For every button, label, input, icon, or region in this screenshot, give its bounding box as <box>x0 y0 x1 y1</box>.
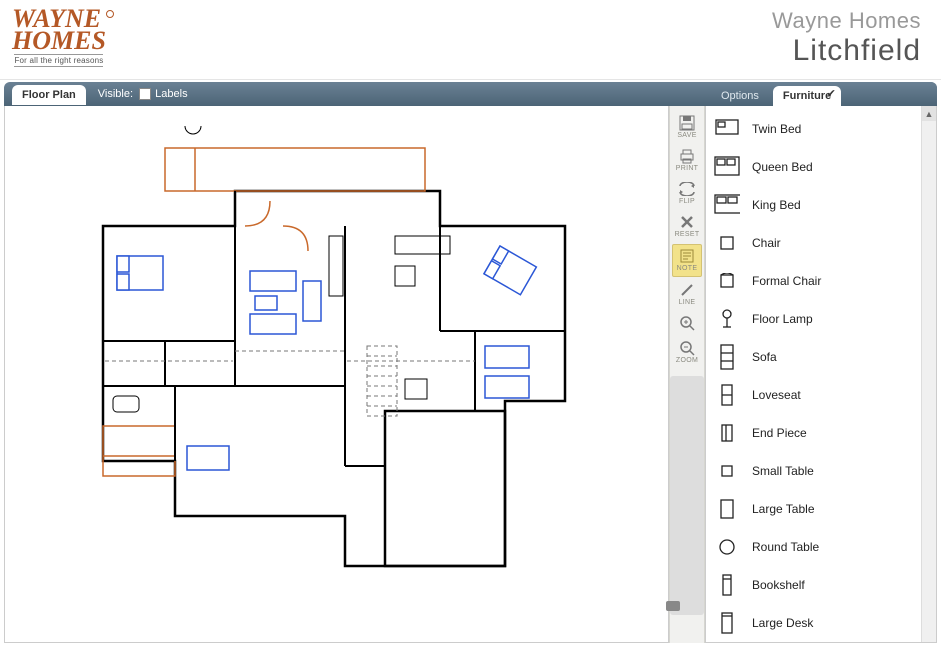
tool-strip: SAVE PRINT FLIP RESET NOTE LINE ZOOM <box>669 106 705 643</box>
sofa-icon <box>714 344 740 370</box>
printer-icon <box>678 148 696 164</box>
tab-options[interactable]: Options <box>711 86 769 106</box>
furniture-item-floor-lamp[interactable]: Floor Lamp <box>712 300 936 338</box>
furniture-item-bookshelf[interactable]: Bookshelf <box>712 566 936 604</box>
furniture-item-label: Small Table <box>752 464 814 478</box>
labels-checkbox-label: Labels <box>155 88 187 100</box>
note-icon <box>678 248 696 264</box>
visible-label: Visible: <box>98 88 133 100</box>
flip-icon <box>678 181 696 197</box>
zoom-in-button[interactable] <box>672 312 702 335</box>
queen-bed-icon <box>714 154 740 180</box>
floor-lamp-icon <box>714 306 740 332</box>
furniture-item-label: Loveseat <box>752 388 801 402</box>
zoom-slider[interactable] <box>670 376 704 615</box>
flip-button[interactable]: FLIP <box>672 178 702 209</box>
labels-checkbox[interactable] <box>139 88 151 100</box>
furniture-item-label: Queen Bed <box>752 160 813 174</box>
page-title-company: Wayne Homes <box>772 8 921 34</box>
king-bed-icon <box>714 192 740 218</box>
furniture-item-label: King Bed <box>752 198 801 212</box>
save-button[interactable]: SAVE <box>672 112 702 143</box>
zoom-slider-handle[interactable] <box>666 601 680 611</box>
floppy-icon <box>678 115 696 131</box>
page-title-model: Litchfield <box>772 34 921 68</box>
brand-logo: WAYNE HOMES For all the right reasons <box>12 8 106 67</box>
twin-bed-icon <box>714 116 740 142</box>
scroll-up-button[interactable]: ▲ <box>922 106 936 121</box>
furniture-scrollbar[interactable]: ▲ <box>921 106 936 642</box>
floorplan-canvas[interactable] <box>4 106 669 643</box>
furniture-item-large-desk[interactable]: Large Desk <box>712 604 936 642</box>
furniture-item-label: Chair <box>752 236 781 250</box>
chair-icon <box>714 230 740 256</box>
furniture-item-label: Formal Chair <box>752 274 821 288</box>
furniture-item-twin-bed[interactable]: Twin Bed <box>712 110 936 148</box>
furniture-item-small-table[interactable]: Small Table <box>712 452 936 490</box>
tab-floor-plan[interactable]: Floor Plan <box>12 85 86 105</box>
labels-toggle[interactable]: Labels <box>139 88 187 100</box>
furniture-item-label: Bookshelf <box>752 578 805 592</box>
zoom-out-button[interactable]: ZOOM <box>672 337 702 368</box>
zoom-out-icon <box>678 340 696 356</box>
bookshelf-icon <box>714 572 740 598</box>
floor-plan-drawing <box>45 126 615 616</box>
tooltips-checkbox[interactable] <box>825 88 837 100</box>
small-table-icon <box>714 458 740 484</box>
brand-line2: HOMES <box>12 30 106 52</box>
formal-chair-icon <box>714 268 740 294</box>
zoom-in-icon <box>678 315 696 331</box>
furniture-item-round-table[interactable]: Round Table <box>712 528 936 566</box>
furniture-item-label: Large Table <box>752 502 815 516</box>
furniture-item-label: Sofa <box>752 350 777 364</box>
furniture-item-loveseat[interactable]: Loveseat <box>712 376 936 414</box>
loveseat-icon <box>714 382 740 408</box>
large-table-icon <box>714 496 740 522</box>
large-desk-icon <box>714 610 740 636</box>
round-table-icon <box>714 534 740 560</box>
furniture-item-label: Round Table <box>752 540 819 554</box>
furniture-item-chair[interactable]: Chair <box>712 224 936 262</box>
furniture-item-formal-chair[interactable]: Formal Chair <box>712 262 936 300</box>
furniture-item-label: End Piece <box>752 426 807 440</box>
furniture-item-sofa[interactable]: Sofa <box>712 338 936 376</box>
furniture-item-label: Floor Lamp <box>752 312 813 326</box>
end-piece-icon <box>714 420 740 446</box>
line-button[interactable]: LINE <box>672 279 702 310</box>
reset-button[interactable]: RESET <box>672 211 702 242</box>
furniture-item-large-table[interactable]: Large Table <box>712 490 936 528</box>
furniture-item-end-piece[interactable]: End Piece <box>712 414 936 452</box>
furniture-item-queen-bed[interactable]: Queen Bed <box>712 148 936 186</box>
note-button[interactable]: NOTE <box>672 244 702 277</box>
furniture-list: Twin Bed Queen Bed King Bed Chair Formal Cha… <box>705 106 937 643</box>
furniture-item-label: Twin Bed <box>752 122 801 136</box>
pencil-icon <box>678 282 696 298</box>
brand-tagline: For all the right reasons <box>14 54 103 67</box>
furniture-item-king-bed[interactable]: King Bed <box>712 186 936 224</box>
print-button[interactable]: PRINT <box>672 145 702 176</box>
reset-x-icon <box>678 214 696 230</box>
furniture-item-label: Large Desk <box>752 616 813 630</box>
